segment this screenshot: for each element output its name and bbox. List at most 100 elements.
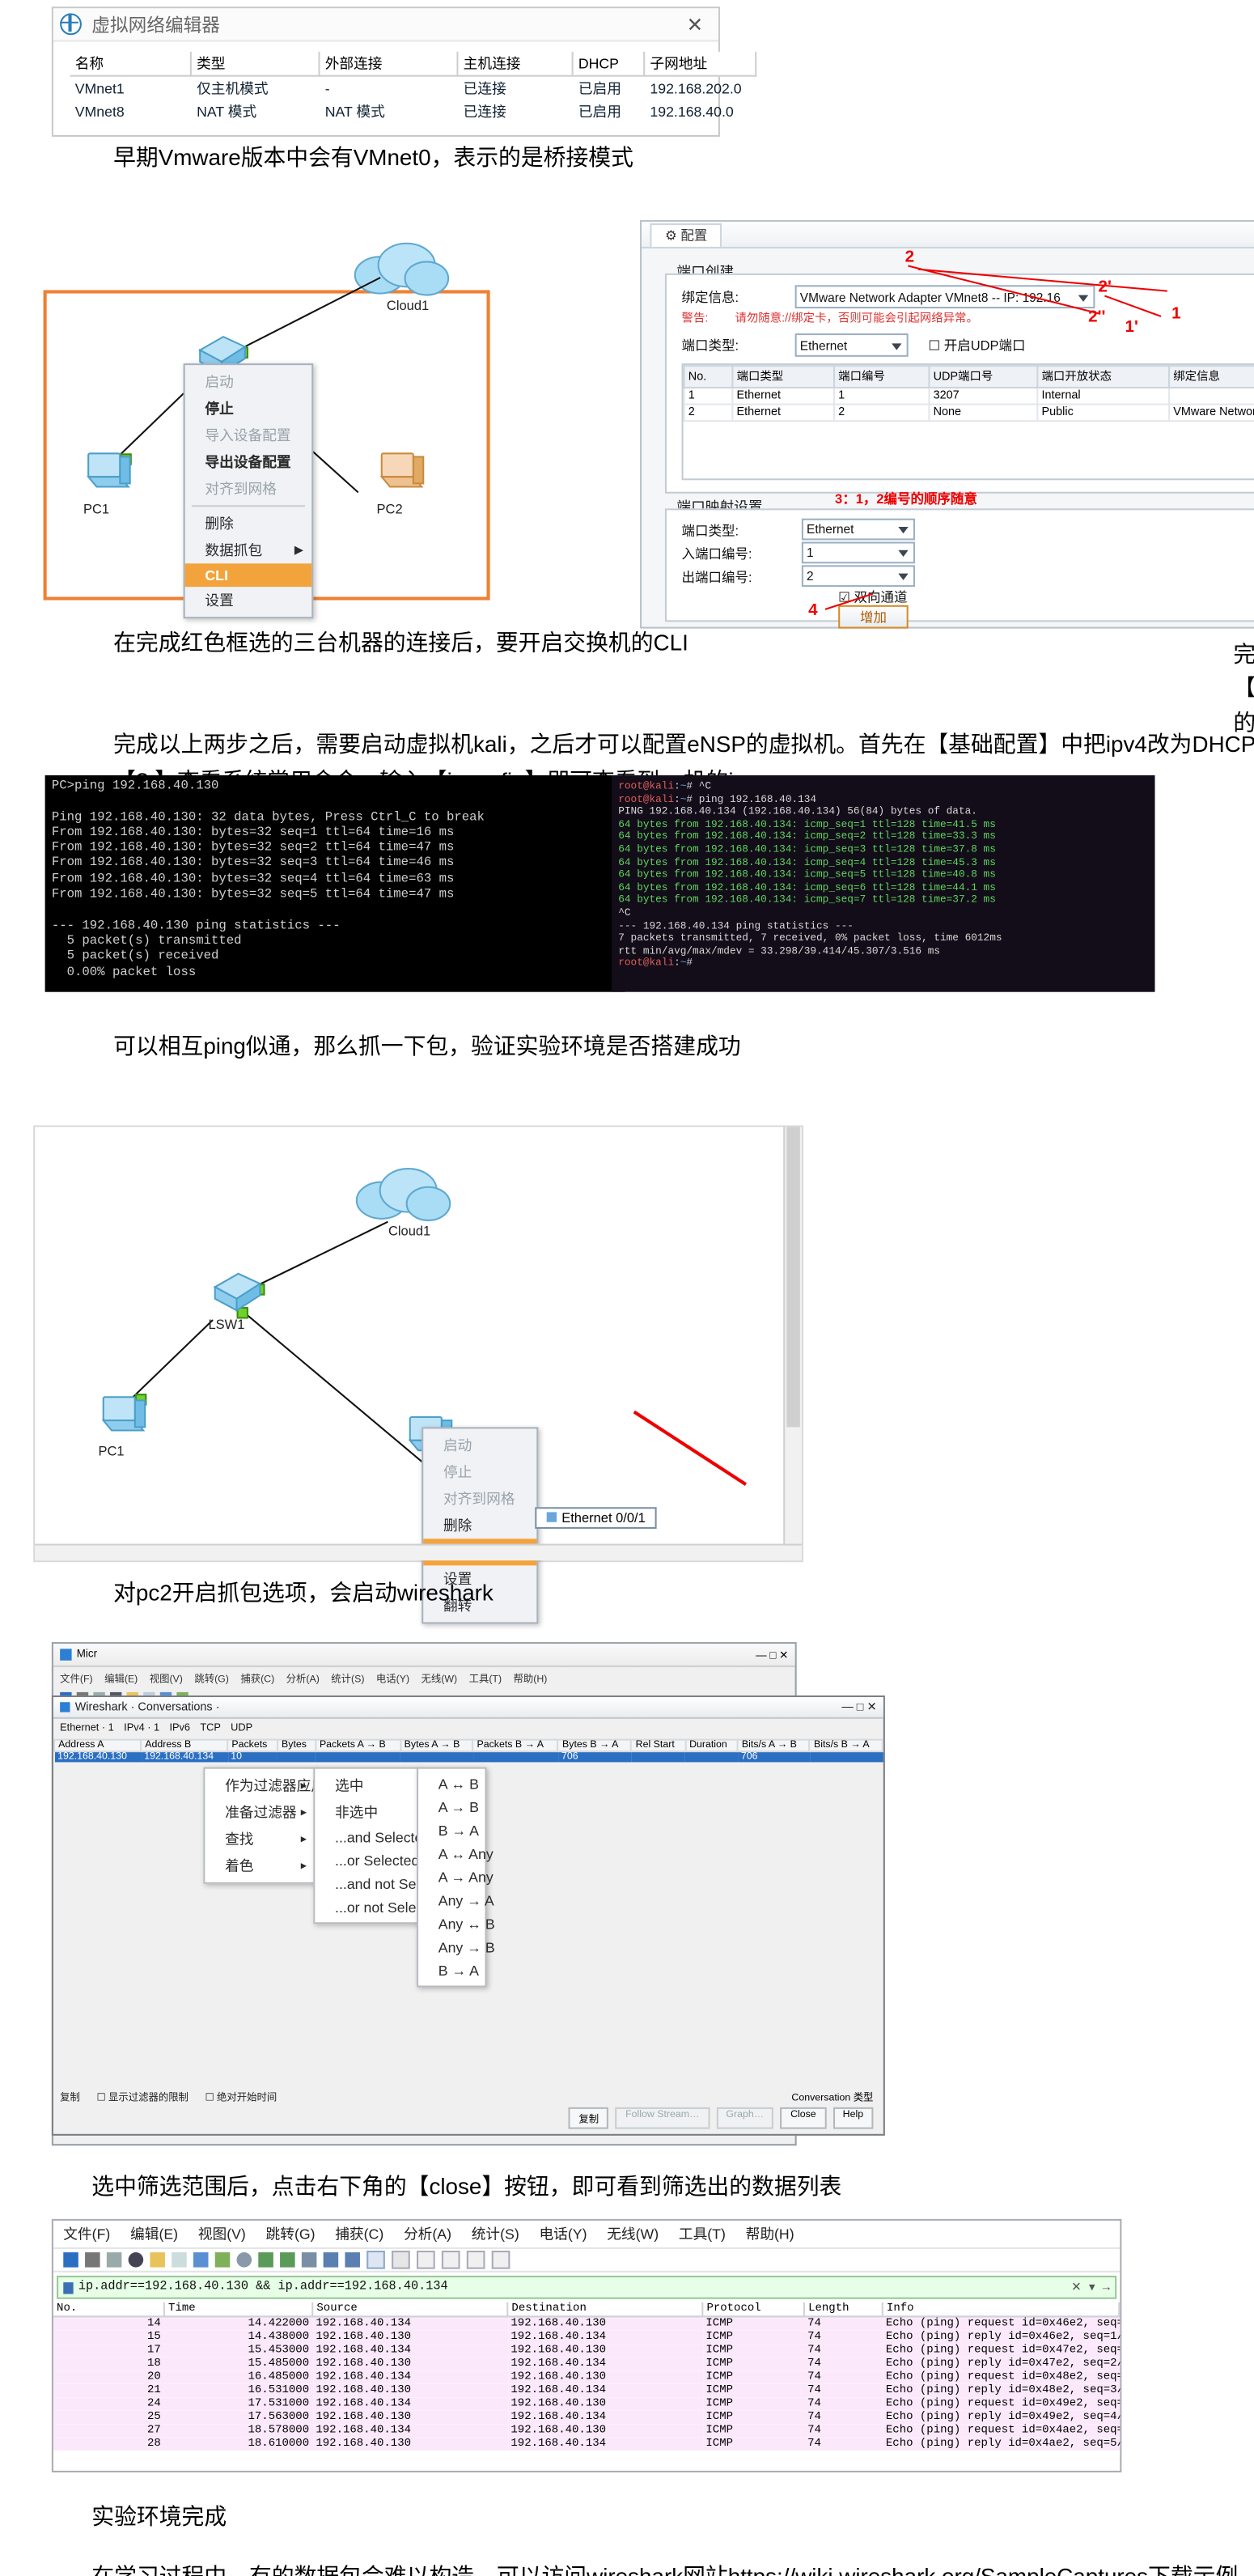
menu-wireless[interactable]: 无线(W) bbox=[422, 1670, 458, 1685]
table-row[interactable]: 21 16.531000 192.168.40.130 192.168.40.134 I… bbox=[53, 2383, 1120, 2398]
absolute-time-checkbox[interactable]: ☐ 绝对开始时间 bbox=[205, 2089, 277, 2103]
submenu-item-or-not-selected[interactable]: ...or not Selected bbox=[315, 1895, 443, 1919]
ensp-pc-terminal[interactable]: PC>ping 192.168.40.130 Ping 192.168.40.1… bbox=[44, 774, 625, 992]
menu-item-stop[interactable]: 停止 bbox=[185, 395, 312, 422]
col-info[interactable]: Info bbox=[882, 2302, 1121, 2318]
table-row[interactable]: 27 18.578000 192.168.40.134 192.168.40.130 I… bbox=[53, 2424, 1120, 2438]
horizontal-scrollbar[interactable] bbox=[35, 1543, 802, 1561]
submenu-dir-a-both-b[interactable]: A ↔ B bbox=[418, 1772, 485, 1796]
open-file-icon[interactable] bbox=[150, 2252, 165, 2268]
start-capture-icon[interactable] bbox=[63, 2252, 78, 2268]
submenu-item-not-selected[interactable]: 非选中 bbox=[315, 1799, 418, 1826]
tab-ipv6[interactable]: IPv6 bbox=[169, 1722, 190, 1739]
help-button[interactable]: Help bbox=[832, 2107, 874, 2129]
col-destination[interactable]: Destination bbox=[507, 2302, 704, 2318]
table-row[interactable]: 24 17.531000 192.168.40.134 192.168.40.130 I… bbox=[53, 2397, 1120, 2411]
go-last-icon[interactable] bbox=[345, 2252, 360, 2268]
bookmark-icon[interactable] bbox=[63, 2281, 74, 2294]
go-first-icon[interactable] bbox=[323, 2252, 339, 2268]
colorize-icon[interactable] bbox=[392, 2251, 410, 2269]
autoscroll-icon[interactable] bbox=[366, 2251, 385, 2269]
menu-statistics[interactable]: 统计(S) bbox=[331, 1670, 364, 1685]
switch-icon[interactable] bbox=[210, 1271, 264, 1314]
find-packet-icon[interactable] bbox=[236, 2252, 252, 2268]
menu-item-align-grid[interactable]: 对齐到网格 bbox=[423, 1485, 536, 1512]
map-add-button[interactable]: 增加 bbox=[838, 605, 909, 629]
tab-tcp[interactable]: TCP bbox=[200, 1722, 220, 1739]
cloud-icon[interactable] bbox=[345, 1164, 455, 1227]
close-file-icon[interactable] bbox=[193, 2252, 209, 2268]
pc2-icon[interactable] bbox=[377, 447, 434, 497]
menu-help[interactable]: 帮助(H) bbox=[514, 1670, 548, 1685]
menu-capture[interactable]: 捕获(C) bbox=[240, 1670, 274, 1685]
graph-button[interactable]: Graph… bbox=[716, 2107, 774, 2129]
menu-tools[interactable]: 工具(T) bbox=[679, 2224, 726, 2244]
scrollbar-thumb[interactable] bbox=[786, 1127, 800, 1428]
port-type-select[interactable]: Ethernet bbox=[794, 333, 909, 357]
table-row[interactable]: 1 Ethernet 1 3207 Internal bbox=[683, 386, 1254, 405]
menu-edit[interactable]: 编辑(E) bbox=[130, 2224, 178, 2244]
menu-analyze[interactable]: 分析(A) bbox=[286, 1670, 320, 1685]
window-controls[interactable]: — □ ✕ bbox=[756, 1648, 788, 1661]
menu-item-find[interactable]: 查找 ▸ bbox=[205, 1826, 315, 1852]
save-icon[interactable] bbox=[172, 2252, 187, 2268]
menu-wireless[interactable]: 无线(W) bbox=[607, 2224, 659, 2244]
col-source[interactable]: Source bbox=[312, 2302, 509, 2318]
menu-go[interactable]: 跳转(G) bbox=[266, 2224, 316, 2244]
table-row[interactable]: 14 14.422000 192.168.40.134 192.168.40.130 I… bbox=[53, 2316, 1120, 2331]
limit-to-filter-checkbox[interactable]: ☐ 显示过滤器的限制 bbox=[97, 2089, 189, 2103]
menu-item-delete[interactable]: 删除 bbox=[185, 510, 312, 537]
reload-icon[interactable] bbox=[214, 2252, 231, 2268]
map-port-type-select[interactable]: Ethernet bbox=[801, 518, 915, 541]
menu-item-delete[interactable]: 删除 bbox=[423, 1512, 536, 1538]
menu-edit[interactable]: 编辑(E) bbox=[104, 1670, 138, 1685]
menu-tools[interactable]: 工具(T) bbox=[469, 1670, 502, 1685]
menu-telephony[interactable]: 电话(Y) bbox=[539, 2224, 587, 2244]
submenu-dir-any-to-b[interactable]: Any → B bbox=[418, 1936, 495, 1959]
zoom-in-icon[interactable] bbox=[417, 2251, 435, 2269]
resize-columns-icon[interactable] bbox=[491, 2251, 510, 2269]
menu-help[interactable]: 帮助(H) bbox=[746, 2224, 794, 2244]
close-icon[interactable]: ✕ bbox=[678, 12, 711, 36]
menu-file[interactable]: 文件(F) bbox=[63, 2224, 110, 2244]
menu-go[interactable]: 跳转(G) bbox=[194, 1670, 229, 1685]
table-row[interactable]: 20 16.485000 192.168.40.134 192.168.40.130 I… bbox=[53, 2370, 1120, 2384]
col-length[interactable]: Length bbox=[803, 2302, 883, 2318]
conversation-type-dropdown[interactable]: Conversation 类型 bbox=[791, 2089, 873, 2103]
menu-item-import-config[interactable]: 导入设备配置 bbox=[185, 422, 312, 448]
table-row[interactable]: 15 14.438000 192.168.40.130 192.168.40.134 I… bbox=[53, 2330, 1120, 2345]
menu-telephony[interactable]: 电话(Y) bbox=[376, 1670, 409, 1685]
capture-options-icon[interactable] bbox=[128, 2252, 144, 2268]
table-row[interactable]: 17 15.453000 192.168.40.134 192.168.40.130 I… bbox=[53, 2344, 1120, 2357]
go-forward-icon[interactable] bbox=[280, 2252, 295, 2268]
menu-item-colorize[interactable]: 着色 ▸ bbox=[205, 1852, 315, 1879]
submenu-item-or-selected[interactable]: ...or Selected bbox=[315, 1849, 419, 1873]
stop-capture-icon[interactable] bbox=[85, 2252, 100, 2268]
submenu-dir-a-both-any[interactable]: A ↔ Any bbox=[418, 1842, 494, 1865]
menu-view[interactable]: 视图(V) bbox=[150, 1670, 183, 1685]
col-no[interactable]: No. bbox=[53, 2302, 165, 2318]
menu-statistics[interactable]: 统计(S) bbox=[472, 2224, 519, 2244]
copy-button[interactable]: 复制 bbox=[569, 2107, 609, 2129]
out-port-select[interactable]: 2 bbox=[801, 565, 915, 588]
tab-ipv4[interactable]: IPv4 · 1 bbox=[124, 1722, 159, 1739]
cloud-icon[interactable] bbox=[343, 239, 453, 302]
tab-udp[interactable]: UDP bbox=[231, 1722, 252, 1739]
menu-item-prepare-filter[interactable]: 准备过滤器 ▸ bbox=[205, 1799, 315, 1826]
table-row[interactable]: 192.168.40.130 192.168.40.134 10 706 706 bbox=[53, 1751, 883, 1763]
in-port-select[interactable]: 1 bbox=[801, 541, 915, 564]
menu-file[interactable]: 文件(F) bbox=[60, 1670, 93, 1685]
table-row[interactable]: 18 15.485000 192.168.40.130 192.168.40.134 I… bbox=[53, 2357, 1120, 2371]
submenu-dir-a-to-b[interactable]: A → B bbox=[418, 1796, 485, 1819]
tab-ethernet[interactable]: Ethernet · 1 bbox=[60, 1722, 114, 1739]
menu-capture[interactable]: 捕获(C) bbox=[335, 2224, 383, 2244]
bind-info-select[interactable]: VMware Network Adapter VMnet8 -- IP: 192… bbox=[794, 285, 1095, 309]
submenu-dir-b-to-a[interactable]: B → A bbox=[418, 1818, 485, 1842]
submenu-item-and-selected[interactable]: ...and Selected bbox=[315, 1826, 430, 1849]
go-back-icon[interactable] bbox=[258, 2252, 273, 2268]
menu-item-stop[interactable]: 停止 bbox=[423, 1459, 536, 1486]
menu-item-start[interactable]: 启动 bbox=[185, 368, 312, 395]
menu-view[interactable]: 视图(V) bbox=[198, 2224, 246, 2244]
submenu-item-and-not-selected[interactable]: ...and not Selected bbox=[315, 1872, 455, 1895]
submenu-dir-b-to-a-2[interactable]: B → A bbox=[418, 1959, 485, 1983]
